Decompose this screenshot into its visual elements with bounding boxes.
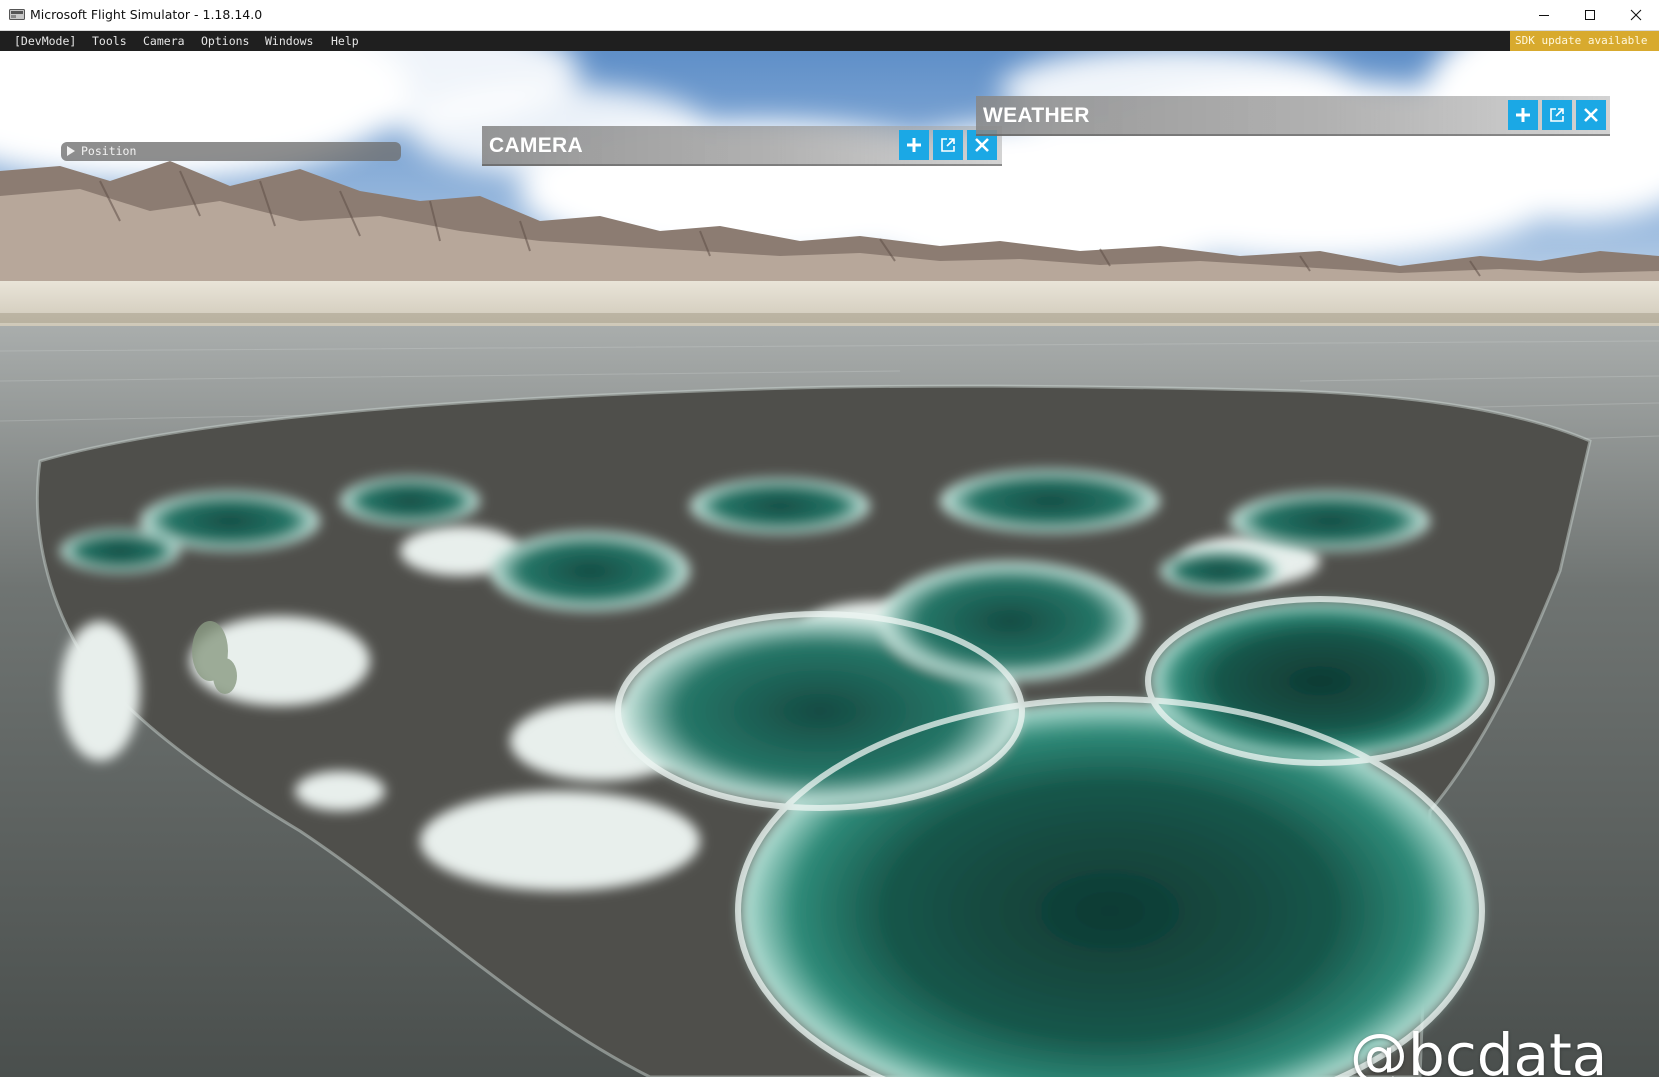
maximize-button[interactable] [1567, 0, 1613, 30]
maximize-icon [1585, 10, 1595, 20]
weather-pop-out-button[interactable] [1542, 100, 1572, 130]
plus-icon [1516, 108, 1530, 122]
close-icon [975, 138, 989, 152]
weather-panel-header[interactable]: WEATHER [976, 96, 1610, 136]
weather-panel-title: WEATHER [983, 104, 1090, 127]
menu-item-camera[interactable]: Camera [143, 34, 185, 48]
plus-icon [907, 138, 921, 152]
window-titlebar[interactable]: Microsoft Flight Simulator - 1.18.14.0 [0, 0, 1659, 31]
menu-item-windows[interactable]: Windows [265, 34, 313, 48]
close-window-button[interactable] [1613, 0, 1659, 30]
minimize-icon [1539, 15, 1549, 16]
camera-pop-out-button[interactable] [933, 130, 963, 160]
menu-item-devmode[interactable]: [DevMode] [14, 34, 76, 48]
menu-item-options[interactable]: Options [201, 34, 249, 48]
camera-add-button[interactable] [899, 130, 929, 160]
collapsed-arrow-icon [67, 146, 75, 156]
watermark-text: @bcdata [1350, 1021, 1608, 1077]
pop-out-icon [1550, 108, 1564, 122]
scenery-view [0, 51, 1659, 1077]
weather-add-button[interactable] [1508, 100, 1538, 130]
simulator-viewport[interactable]: Position CAMERA WEATHER @bcdata [0, 51, 1659, 1077]
position-label: Position [81, 144, 137, 158]
position-collapsible[interactable]: Position [61, 142, 401, 161]
menu-item-help[interactable]: Help [331, 34, 359, 48]
flight-simulator-app-icon [9, 9, 25, 20]
window-title: Microsoft Flight Simulator - 1.18.14.0 [30, 7, 263, 22]
flight-simulator-window: Microsoft Flight Simulator - 1.18.14.0 [… [0, 0, 1659, 1077]
devmode-menu-bar: [DevMode] Tools Camera Options Windows H… [0, 31, 1659, 51]
close-icon [1584, 108, 1598, 122]
weather-close-button[interactable] [1576, 100, 1606, 130]
close-icon [1630, 9, 1642, 21]
sdk-update-notice[interactable]: SDK update available [1510, 31, 1659, 51]
camera-panel-header[interactable]: CAMERA [482, 126, 1002, 166]
pop-out-icon [941, 138, 955, 152]
camera-panel-title: CAMERA [489, 134, 583, 157]
menu-item-tools[interactable]: Tools [92, 34, 127, 48]
minimize-button[interactable] [1521, 0, 1567, 30]
